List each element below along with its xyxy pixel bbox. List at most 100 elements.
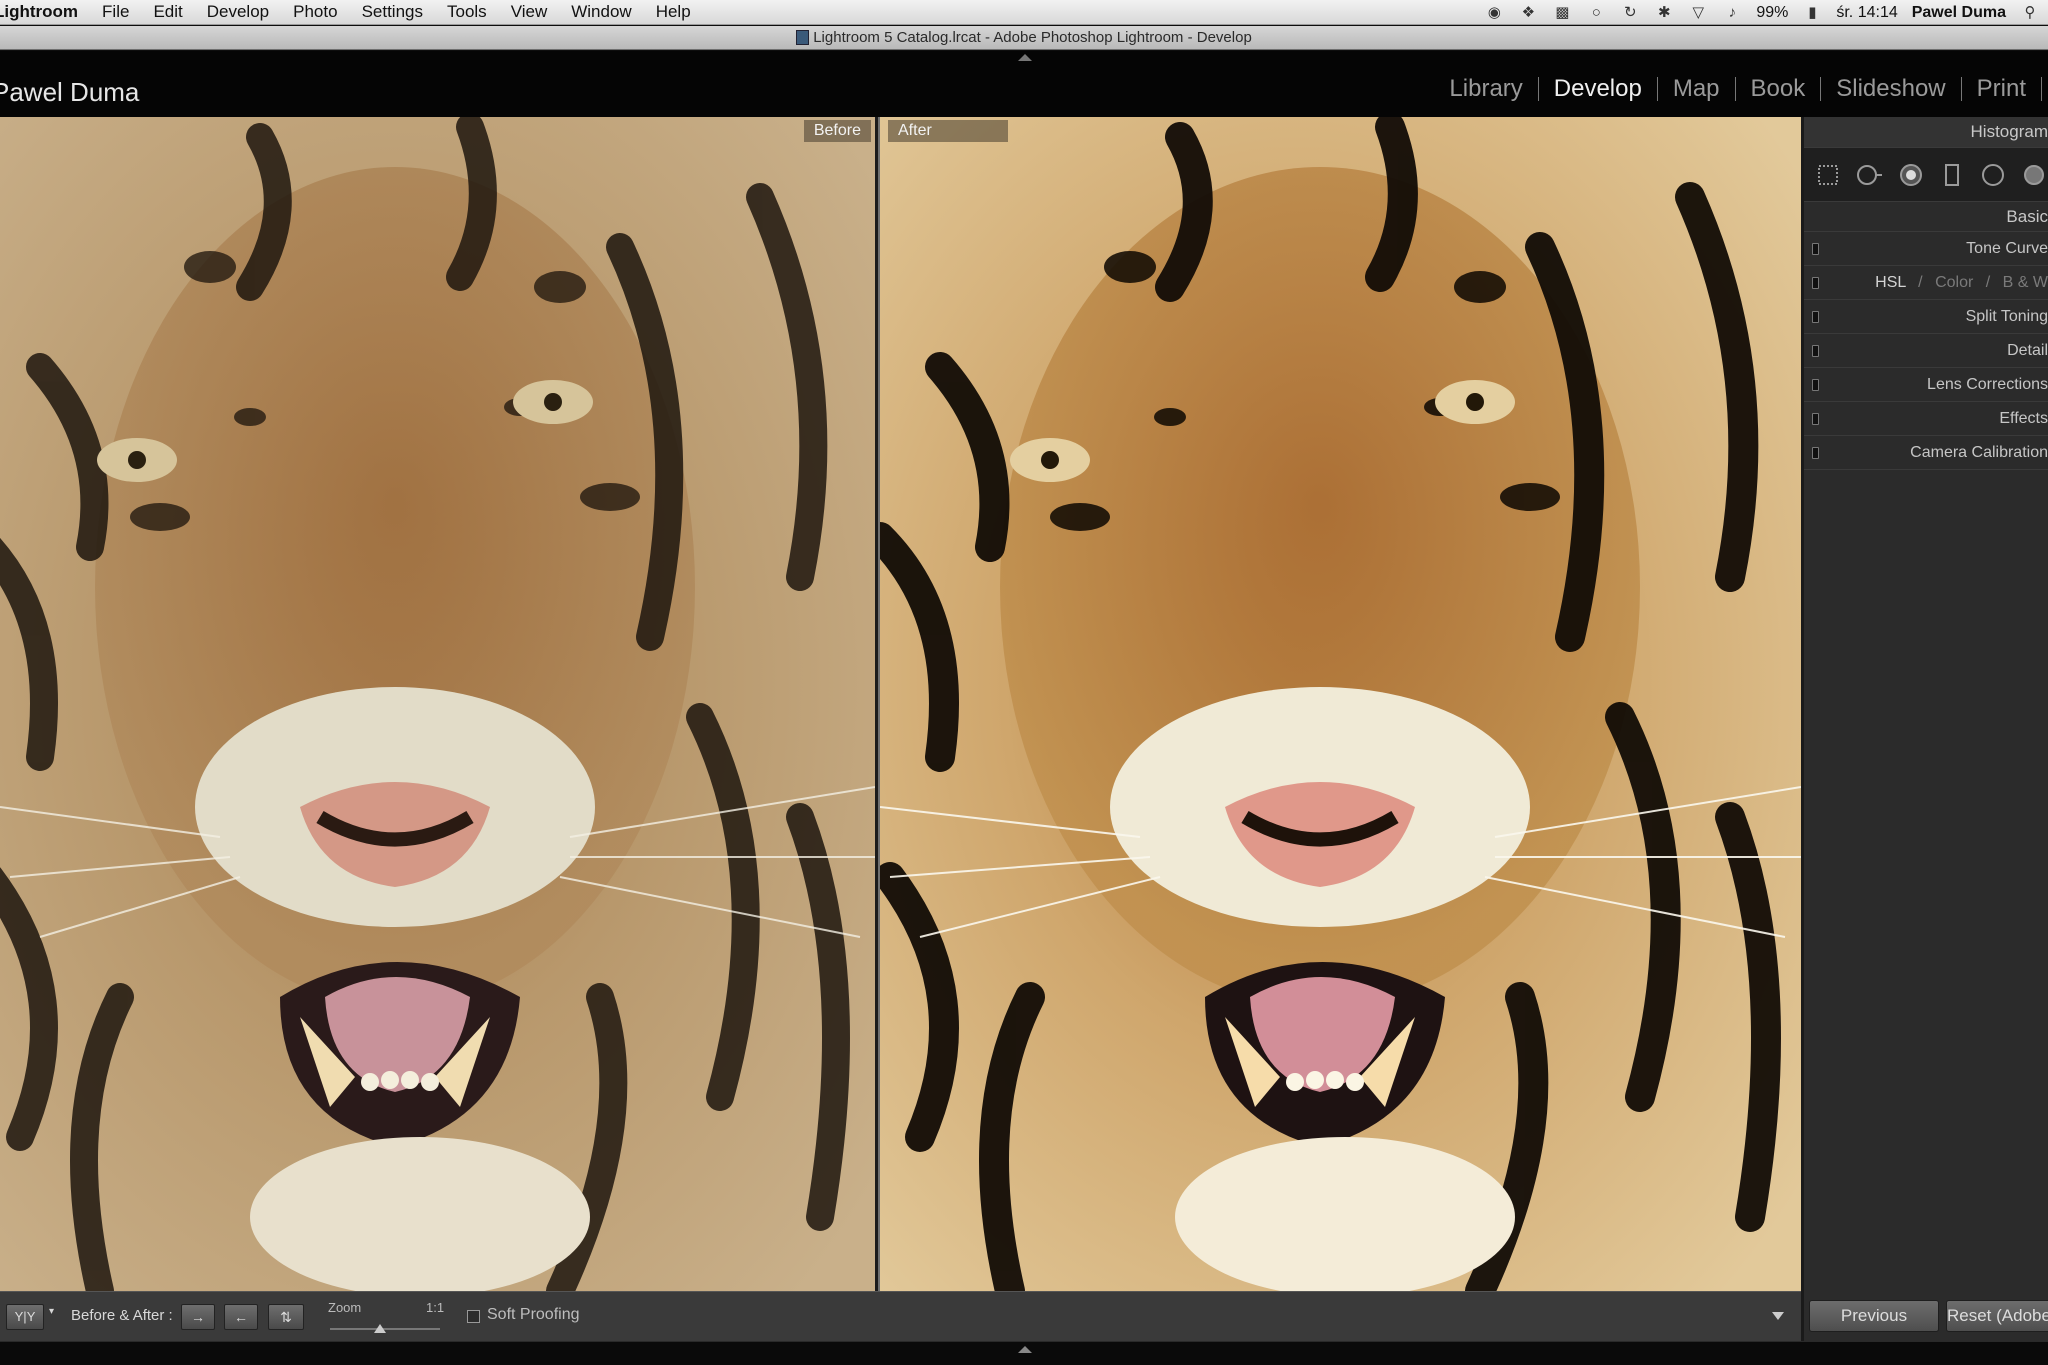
- section-toggle-icon[interactable]: [1812, 345, 1819, 357]
- battery-percent[interactable]: 99%: [1756, 4, 1788, 22]
- menu-file[interactable]: File: [90, 2, 141, 22]
- soft-proofing-label: Soft Proofing: [487, 1306, 580, 1323]
- basic-section-header[interactable]: Basic: [1804, 202, 2048, 232]
- before-after-label: Before & After :: [71, 1307, 173, 1324]
- module-picker: Library Develop Map Book Slideshow Print: [1434, 75, 2048, 103]
- split-toning-section[interactable]: Split Toning: [1804, 300, 2048, 334]
- effects-section[interactable]: Effects: [1804, 402, 2048, 436]
- spotlight-icon[interactable]: ⚲: [2020, 4, 2040, 21]
- detail-label: Detail: [2007, 342, 2048, 359]
- catalog-file-icon: [796, 30, 810, 45]
- hsl-tab[interactable]: HSL: [1875, 274, 1906, 291]
- detail-section[interactable]: Detail: [1804, 334, 2048, 368]
- lightroom-window: Lightroom File Edit Develop Photo Settin…: [0, 0, 2048, 1365]
- system-menu-bar: Lightroom File Edit Develop Photo Settin…: [0, 0, 2048, 25]
- zoom-slider[interactable]: [330, 1324, 440, 1333]
- volume-icon[interactable]: ♪: [1722, 4, 1742, 21]
- right-panel-buttons: Previous Reset (Adobe): [1801, 1291, 2048, 1341]
- section-toggle-icon[interactable]: [1812, 447, 1819, 459]
- time-machine-icon[interactable]: ↻: [1620, 4, 1640, 21]
- crop-overlay-icon[interactable]: [1814, 161, 1841, 189]
- top-panel-collapse-icon[interactable]: [1018, 54, 1032, 61]
- section-toggle-icon[interactable]: [1812, 379, 1819, 391]
- dropbox-icon[interactable]: ❖: [1518, 4, 1538, 21]
- radial-filter-icon[interactable]: [1980, 161, 2007, 189]
- compare-view: Before After: [0, 117, 1801, 1291]
- app-menus: Lightroom File Edit Develop Photo Settin…: [0, 2, 703, 22]
- section-toggle-icon[interactable]: [1812, 413, 1819, 425]
- bottom-panel-collapse-icon[interactable]: [1018, 1346, 1032, 1353]
- bluetooth-icon[interactable]: ✱: [1654, 4, 1674, 21]
- hsl-separator: /: [1985, 274, 1991, 291]
- bw-tab[interactable]: B & W: [2003, 274, 2048, 291]
- menu-photo[interactable]: Photo: [281, 2, 349, 22]
- lens-corrections-section[interactable]: Lens Corrections: [1804, 368, 2048, 402]
- menu-view[interactable]: View: [499, 2, 560, 22]
- filmstrip-bar: [0, 1341, 2048, 1365]
- hsl-separator: /: [1918, 274, 1923, 291]
- develop-right-panel: Histogram Basic Tone Curve HSL / Color /…: [1801, 117, 2048, 1291]
- menu-edit[interactable]: Edit: [141, 2, 194, 22]
- swap-before-after-button[interactable]: ⇅: [268, 1304, 304, 1330]
- tone-curve-label: Tone Curve: [1966, 240, 2048, 257]
- clock[interactable]: śr. 14:14: [1836, 4, 1897, 22]
- module-divider: [2041, 77, 2042, 101]
- status-tray: ◉ ❖ ▩ ○ ↻ ✱ ▽ ♪ 99% ▮ śr. 14:14 Pawel Du…: [1484, 0, 2040, 25]
- menu-settings[interactable]: Settings: [350, 2, 435, 22]
- view-mode-button[interactable]: Y|Y: [6, 1304, 44, 1330]
- hsl-section[interactable]: HSL / Color / B & W: [1804, 266, 2048, 300]
- adjustment-brush-icon[interactable]: [2021, 161, 2048, 189]
- before-photo[interactable]: Before: [0, 117, 875, 1291]
- disk-icon[interactable]: ○: [1586, 4, 1606, 21]
- creative-cloud-icon[interactable]: ◉: [1484, 4, 1504, 21]
- copy-before-to-after-button[interactable]: →: [181, 1304, 215, 1330]
- module-print[interactable]: Print: [1962, 75, 2041, 103]
- window-title-bar: Lightroom 5 Catalog.lrcat - Adobe Photos…: [0, 26, 2048, 50]
- effects-label: Effects: [1999, 410, 2048, 427]
- menu-develop[interactable]: Develop: [195, 2, 281, 22]
- color-tab[interactable]: Color: [1935, 274, 1973, 291]
- develop-toolbar: Y|Y ▾ Before & After : → ← ⇅ Zoom 1:1 So…: [0, 1291, 1801, 1341]
- zoom-label: Zoom: [328, 1300, 362, 1315]
- after-label: After: [888, 120, 1008, 142]
- module-map[interactable]: Map: [1658, 75, 1735, 103]
- tool-strip: [1804, 147, 2048, 202]
- copy-after-to-before-button[interactable]: ←: [224, 1304, 258, 1330]
- soft-proofing-checkbox[interactable]: [467, 1310, 480, 1323]
- identity-plate: Pawel Duma: [0, 77, 140, 107]
- histogram-header[interactable]: Histogram: [1804, 117, 2048, 147]
- module-book[interactable]: Book: [1736, 75, 1821, 103]
- lens-corrections-label: Lens Corrections: [1927, 376, 2048, 393]
- section-toggle-icon[interactable]: [1812, 243, 1819, 255]
- tiger-photo-before: [0, 117, 875, 1291]
- menu-help[interactable]: Help: [644, 2, 703, 22]
- window-title: Lightroom 5 Catalog.lrcat - Adobe Photos…: [813, 29, 1252, 46]
- user-menu[interactable]: Pawel Duma: [1912, 4, 2006, 22]
- tone-curve-section[interactable]: Tone Curve: [1804, 232, 2048, 266]
- module-slideshow[interactable]: Slideshow: [1821, 75, 1960, 103]
- toolbar-content-dropdown-icon[interactable]: [1772, 1312, 1784, 1320]
- red-eye-icon[interactable]: [1897, 161, 1924, 189]
- wifi-icon[interactable]: ▽: [1688, 4, 1708, 21]
- module-develop[interactable]: Develop: [1539, 75, 1657, 103]
- battery-icon[interactable]: ▮: [1802, 4, 1822, 21]
- menu-window[interactable]: Window: [559, 2, 643, 22]
- menu-tools[interactable]: Tools: [435, 2, 499, 22]
- before-label: Before: [803, 120, 871, 142]
- camera-calibration-section[interactable]: Camera Calibration: [1804, 436, 2048, 470]
- menu-app-name[interactable]: Lightroom: [0, 2, 90, 22]
- section-toggle-icon[interactable]: [1812, 311, 1819, 323]
- module-library[interactable]: Library: [1434, 75, 1537, 103]
- zoom-slider-thumb[interactable]: [373, 1324, 386, 1333]
- spot-removal-icon[interactable]: [1855, 161, 1883, 189]
- tiger-photo-after: [880, 117, 1801, 1291]
- after-photo[interactable]: After: [878, 117, 1801, 1291]
- reset-button[interactable]: Reset (Adobe): [1946, 1300, 2048, 1332]
- graduated-filter-icon[interactable]: [1938, 161, 1965, 189]
- split-toning-label: Split Toning: [1965, 308, 2048, 325]
- view-mode-dropdown-icon[interactable]: ▾: [49, 1306, 54, 1317]
- camera-calibration-label: Camera Calibration: [1910, 444, 2048, 461]
- previous-button[interactable]: Previous: [1809, 1300, 1939, 1332]
- section-toggle-icon[interactable]: [1812, 277, 1819, 289]
- display-icon[interactable]: ▩: [1552, 4, 1572, 21]
